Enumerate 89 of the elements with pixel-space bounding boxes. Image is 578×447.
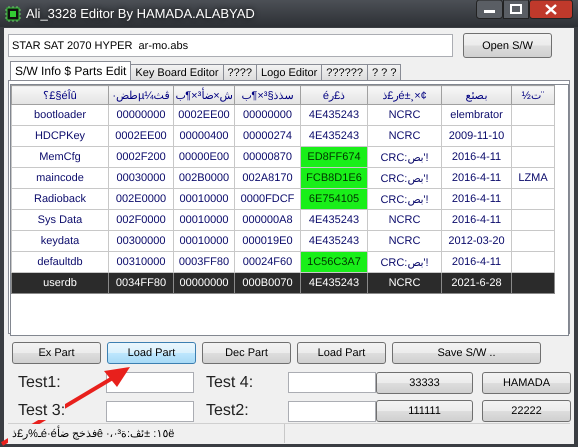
column-header[interactable]: سذذ§³×¶ب [234, 86, 300, 104]
table-cell: 000B0070 [234, 272, 300, 294]
table-cell: MemCfg [12, 146, 108, 168]
column-header[interactable]: ر£ذé±¸×¢ [368, 86, 442, 104]
table-cell: 00030000 [108, 168, 174, 188]
input-field[interactable] [106, 400, 194, 422]
input-field[interactable] [288, 372, 376, 394]
action-button[interactable]: 33333 [376, 372, 473, 394]
table-cell: NCRC [368, 230, 442, 252]
table-cell: NCRC [368, 104, 442, 126]
table-cell: HDCPKey [12, 126, 108, 146]
table-cell: 0034FF80 [108, 272, 174, 294]
tab[interactable]: S/W Info $ Parts Edit [10, 61, 132, 80]
table-cell: CRC:بص'! [368, 146, 442, 168]
table-cell: FCB8D1E6 [300, 168, 368, 188]
table-cell: 2016-4-11 [442, 168, 512, 188]
column-header[interactable]: éذ£ر [300, 86, 368, 104]
table-cell: 0002EE00 [108, 126, 174, 146]
part-button[interactable]: Dec Part [202, 342, 291, 364]
status-text: ـ%ر£ذé·éفذخج ضأê ·،·١٥: ±ئڤ:ة³ë [8, 424, 285, 443]
tab[interactable]: Logo Editor [256, 64, 322, 80]
table-cell: 000000A8 [234, 210, 300, 230]
minimize-icon[interactable] [476, 0, 503, 19]
table-cell: 002F0000 [108, 210, 174, 230]
table-cell: ED8FF674 [300, 146, 368, 168]
table-cell: 00000000 [174, 272, 234, 294]
table-cell: 2016-4-11 [442, 210, 512, 230]
table-cell: elembrator [442, 104, 512, 126]
table-cell: Sys Data [12, 210, 108, 230]
part-button[interactable]: Load Part [297, 342, 386, 364]
table-cell: 002B0000 [174, 168, 234, 188]
table-cell: 4E435243 [300, 272, 368, 294]
maximize-icon[interactable] [503, 0, 529, 19]
action-button[interactable]: 22222 [482, 400, 571, 422]
action-button[interactable]: 111111 [376, 400, 473, 422]
window-title: Ali_3328 Editor By HAMADA.ALABYAD [26, 6, 255, 21]
input-field[interactable] [106, 372, 194, 394]
table-cell: 00000274 [234, 126, 300, 146]
table-cell: userdb [12, 272, 108, 294]
table-cell: 00010000 [174, 188, 234, 210]
table-cell: 4E435243 [300, 210, 368, 230]
part-button[interactable]: Load Part [107, 342, 196, 364]
table-cell: 0002EE00 [174, 104, 234, 126]
table-cell: 002E0000 [108, 188, 174, 210]
table-cell: 00010000 [174, 230, 234, 252]
table-cell: 00000E00 [174, 146, 234, 168]
close-icon[interactable] [529, 0, 573, 19]
tab[interactable]: ? ? ? [367, 64, 402, 80]
action-button[interactable]: HAMADA [482, 372, 571, 394]
table-cell: bootloader [12, 104, 108, 126]
chip-icon [5, 6, 21, 22]
table-cell: 2012-03-20 [442, 230, 512, 252]
table-cell: Radioback [12, 188, 108, 210]
column-header[interactable]: ؟£§éÎû [12, 86, 108, 104]
column-header[interactable]: ½ت¨ [512, 86, 554, 104]
tab[interactable]: Key Board Editor [130, 64, 224, 80]
table-cell: CRC:بص'! [368, 168, 442, 188]
column-header[interactable]: بصئع [442, 86, 512, 104]
part-button[interactable]: Save S/W .. [392, 342, 541, 364]
open-button[interactable]: Open S/W [463, 33, 552, 58]
table-cell: NCRC [368, 210, 442, 230]
table-cell: LZMA [512, 168, 554, 188]
table-cell: keydata [12, 230, 108, 252]
table-cell: 0002F200 [108, 146, 174, 168]
part-button[interactable]: Ex Part [12, 342, 101, 364]
column-header[interactable]: ش×ضأ³×¶ب [174, 86, 234, 104]
table-cell: 4E435243 [300, 104, 368, 126]
table-cell: NCRC [368, 126, 442, 146]
table-cell: 00010000 [174, 210, 234, 230]
table-cell: maincode [12, 168, 108, 188]
column-header[interactable]: ·طضµ¼ڤث [108, 86, 174, 104]
tab[interactable]: ???? [222, 64, 258, 80]
file-path-field[interactable]: STAR SAT 2070 HYPER ar-mo.abs [8, 34, 453, 57]
input-field[interactable] [288, 400, 376, 422]
table-cell: CRC:بص'! [368, 188, 442, 210]
table-cell: 2009-11-10 [442, 126, 512, 146]
field-label: Test 3: [18, 402, 66, 420]
table-cell: 6E754105 [300, 188, 368, 210]
tab[interactable]: ?????? [321, 64, 368, 80]
table-cell: NCRC [368, 272, 442, 294]
table-cell: 00000000 [234, 104, 300, 126]
table-cell: 1C56C3A7 [300, 252, 368, 272]
table-cell: 000019E0 [234, 230, 300, 252]
table-cell: 2016-4-11 [442, 146, 512, 168]
table-cell: 2021-6-28 [442, 272, 512, 294]
table-cell: 00300000 [108, 230, 174, 252]
table-cell: 00000400 [174, 126, 234, 146]
table-cell: 00000000 [108, 104, 174, 126]
table-cell: 2016-4-11 [442, 188, 512, 210]
